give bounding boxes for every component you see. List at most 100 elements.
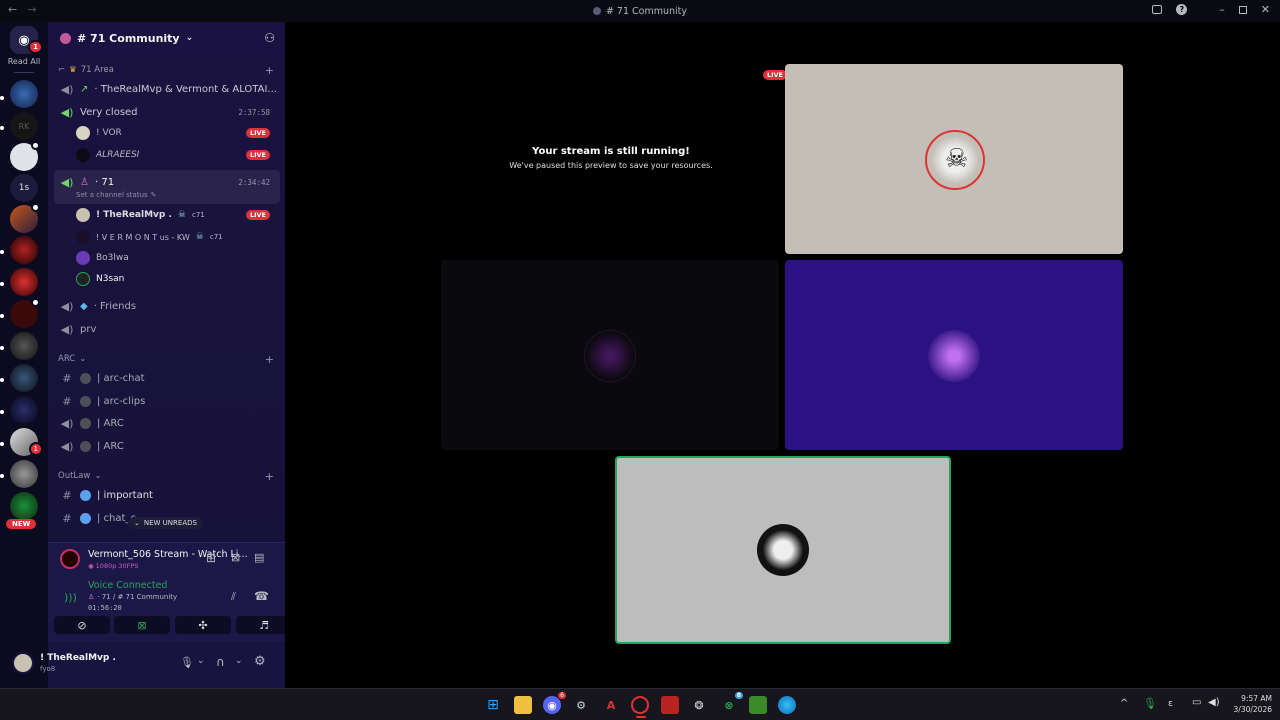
server-header[interactable]: # 71 Community ⌄ ⚇: [48, 22, 285, 54]
headphones-icon[interactable]: ∩: [216, 655, 225, 669]
stop-stream-icon[interactable]: ⊠: [231, 551, 240, 564]
speaker-icon: ◀): [60, 439, 74, 453]
read-all-button[interactable]: Read All: [0, 57, 48, 66]
noise-suppression-icon[interactable]: ⫽: [231, 590, 236, 604]
voice-user-row[interactable]: N3san: [76, 269, 276, 289]
voice-user-row[interactable]: Bo3lwa: [76, 248, 276, 268]
add-channel-icon[interactable]: +: [265, 470, 274, 483]
stream-settings-icon[interactable]: ▤: [254, 551, 264, 564]
server-icon-12[interactable]: [10, 460, 38, 488]
maximize-icon[interactable]: [1238, 5, 1247, 14]
back-arrow-icon[interactable]: ←: [8, 3, 17, 16]
chevron-down-icon[interactable]: ⌄: [197, 656, 205, 666]
category-71-area[interactable]: ⌐ ♛ 71 Area +: [58, 64, 274, 77]
participant-tile-n3san[interactable]: [615, 456, 951, 644]
voice-location[interactable]: ♙ · 71 / # 71 Community: [88, 593, 177, 601]
tray-network-icon[interactable]: ▭: [1192, 697, 1201, 708]
add-channel-icon[interactable]: +: [265, 64, 274, 77]
server-icon-11[interactable]: 1: [10, 428, 43, 456]
voice-channel-friends[interactable]: ◀) ◆ · Friends: [54, 295, 280, 317]
pencil-icon: ✎: [150, 191, 157, 199]
server-icon-13[interactable]: [10, 492, 38, 520]
voice-channel-arc-2[interactable]: ◀) | ARC: [54, 435, 280, 457]
app-red-tile-icon[interactable]: [661, 696, 679, 714]
crown-icon: ♛: [69, 65, 77, 75]
voice-user-row[interactable]: ! V E R M O N T us - KW ☠ c71: [76, 227, 276, 247]
voice-channel-prv[interactable]: ◀) prv: [54, 318, 280, 340]
live-badge: LIVE: [245, 150, 270, 160]
text-channel-important[interactable]: # | important: [54, 484, 280, 506]
screen-share-icon: ⊠: [137, 618, 147, 632]
server-icon-6[interactable]: [10, 268, 38, 296]
self-name[interactable]: ! TheRealMvp .: [40, 653, 116, 663]
self-avatar[interactable]: [12, 652, 34, 674]
voice-user-name: ! V E R M O N T us - KW: [96, 232, 190, 242]
chatgpt-icon[interactable]: ❂: [690, 696, 708, 714]
new-unreads-pill[interactable]: ⌄ NEW UNREADS: [128, 517, 203, 529]
edge-icon[interactable]: [778, 696, 796, 714]
add-channel-icon[interactable]: +: [265, 353, 274, 366]
stream-title[interactable]: Vermont_506 Stream - Watch Li...: [88, 549, 248, 560]
minimize-icon[interactable]: –: [1219, 3, 1225, 16]
help-icon[interactable]: ?: [1176, 4, 1188, 15]
xbox-icon[interactable]: ⊗ 8: [720, 692, 743, 714]
soundboard-button[interactable]: ♬: [236, 616, 292, 634]
category-outlaw[interactable]: OutLaw ⌄ +: [58, 470, 274, 483]
server-icon-2[interactable]: RK: [10, 112, 38, 140]
set-channel-status[interactable]: Set a channel status ✎: [76, 191, 157, 199]
text-channel-arc-chat[interactable]: # | arc-chat: [54, 367, 280, 389]
disconnect-icon[interactable]: ☎: [254, 589, 269, 603]
chevron-down-icon[interactable]: ⌄: [235, 656, 243, 666]
activities-button[interactable]: ✣: [175, 616, 231, 634]
voice-channel-arc-1[interactable]: ◀) | ARC: [54, 412, 280, 434]
windows-start-icon[interactable]: ⊞: [484, 696, 502, 714]
person-emoji-icon: ♙: [88, 593, 95, 601]
microphone-icon[interactable]: 🎙: [180, 656, 194, 669]
category-arc[interactable]: ARC ⌄ +: [58, 353, 274, 366]
close-icon[interactable]: ✕: [1261, 3, 1270, 16]
settings-gear-icon[interactable]: ⚙: [254, 654, 266, 669]
server-icon-9[interactable]: [10, 364, 38, 392]
invite-people-icon[interactable]: ⚇: [264, 31, 275, 45]
server-icon-7[interactable]: [10, 298, 40, 328]
server-icon-1[interactable]: [10, 80, 38, 108]
voice-status[interactable]: Voice Connected: [88, 580, 167, 591]
channel-emoji-icon: [80, 440, 91, 452]
tray-volume-icon[interactable]: ◀): [1208, 697, 1220, 708]
tray-chevron-icon[interactable]: ^: [1120, 698, 1128, 709]
inbox-icon[interactable]: [1152, 5, 1163, 14]
forward-arrow-icon[interactable]: →: [27, 3, 36, 16]
server-text-tile[interactable]: 1s: [10, 174, 38, 202]
server-icon-4[interactable]: [10, 203, 40, 233]
channel-label: · TheRealMvp & Vermont & ALOTAI...: [94, 83, 277, 95]
voice-user-row[interactable]: ALRAEESI LIVE: [76, 145, 276, 165]
voice-user-row[interactable]: ! VOR LIVE: [76, 123, 276, 143]
text-channel-arc-clips[interactable]: # | arc-clips: [54, 390, 280, 412]
voice-channel-trio[interactable]: ◀) ↗ · TheRealMvp & Vermont & ALOTAI...: [54, 78, 280, 100]
server-icon-10[interactable]: [10, 396, 38, 424]
discord-home-icon[interactable]: ◉ 1: [10, 26, 43, 54]
discord-taskbar-icon[interactable]: ◉ 6: [543, 692, 566, 714]
tray-input-icon[interactable]: ε: [1168, 699, 1173, 709]
clock[interactable]: 9:57 AM 3/30/2026: [1228, 693, 1272, 715]
file-explorer-icon[interactable]: [514, 696, 532, 714]
app-a-icon[interactable]: A: [602, 696, 620, 714]
server-icon-8[interactable]: [10, 332, 38, 360]
server-icon-3[interactable]: [10, 141, 40, 171]
minecraft-icon[interactable]: [749, 696, 767, 714]
new-servers-pill[interactable]: NEW: [6, 519, 37, 529]
camera-off-button[interactable]: ⊘: [54, 616, 110, 634]
opera-gx-icon[interactable]: [631, 696, 649, 714]
voice-channel-very-closed[interactable]: ◀) Very closed 2:37:58: [54, 101, 280, 123]
server-icon-5[interactable]: [10, 236, 38, 264]
voice-user-row[interactable]: ! TheRealMvp . ☠ c71 LIVE: [76, 205, 276, 225]
steam-icon[interactable]: ⚙: [572, 696, 590, 714]
gamepad-icon[interactable]: ⊞: [206, 551, 216, 565]
participant-tile-vermont[interactable]: [441, 260, 779, 450]
unread-pip: [0, 250, 4, 254]
participant-tile-bo3lwa[interactable]: [785, 260, 1123, 450]
tray-mic-icon[interactable]: 🎙: [1143, 697, 1157, 710]
voice-channel-71[interactable]: ◀) ♙ · 71 2:34:42: [54, 171, 280, 193]
participant-tile-vor[interactable]: ☠: [785, 64, 1123, 254]
screen-share-button[interactable]: ⊠: [114, 616, 170, 634]
